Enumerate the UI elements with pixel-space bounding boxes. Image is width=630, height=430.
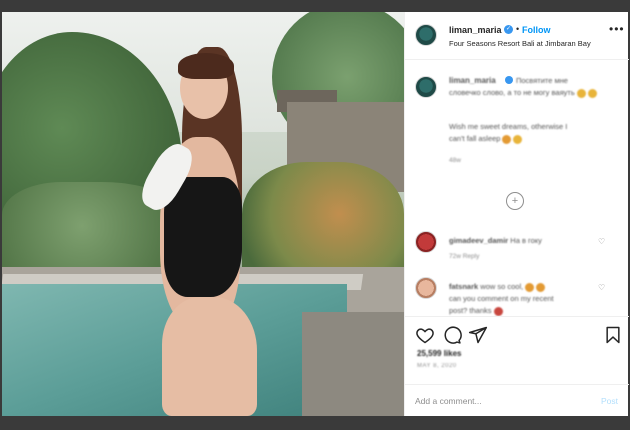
comment-item: gimadeev_damir На в гоку 72w Reply ♡ [405, 231, 629, 271]
person-bangs [178, 53, 234, 79]
emoji-icon [513, 134, 523, 144]
post-photo[interactable] [2, 12, 404, 416]
author-avatar[interactable] [415, 24, 437, 46]
load-more-comments-button[interactable]: + [506, 192, 524, 210]
emoji-icon [576, 88, 586, 98]
commenter-avatar[interactable] [415, 231, 437, 253]
caption-text-line1: Посвятите мне [516, 76, 568, 85]
post-comment-button[interactable]: Post [601, 396, 618, 406]
action-bar: 25,599 likes MAY 8, 2020 [405, 316, 629, 384]
post-location[interactable]: Four Seasons Resort Bali at Jimbaran Bay [449, 39, 591, 48]
top-dark-bar [0, 0, 630, 12]
header-separator: • [516, 24, 520, 34]
comment-text: gimadeev_damir На в гоку [449, 236, 542, 245]
post-date: MAY 8, 2020 [417, 363, 457, 369]
comment-text-line2: can you comment on my recent [449, 294, 554, 303]
more-options-icon[interactable]: ••• [609, 22, 625, 36]
emoji-icon [587, 88, 597, 98]
caption-avatar[interactable] [415, 76, 437, 98]
commenter-avatar[interactable] [415, 277, 437, 299]
likes-count[interactable]: 25,599 likes [417, 349, 461, 358]
add-comment-bar: Post [405, 384, 629, 416]
follow-button[interactable]: Follow [522, 25, 551, 35]
person-legs [162, 297, 257, 416]
bottom-dark-bar [0, 416, 630, 430]
caption-text-line3: Wish me sweet dreams, otherwise I [449, 122, 568, 131]
caption-username[interactable]: liman_maria [449, 76, 496, 85]
save-bookmark-icon[interactable] [603, 325, 623, 345]
comment-text-line3: post? thanks [449, 306, 503, 316]
photo-stone-path [302, 312, 404, 416]
comment-meta: 72w Reply [449, 253, 480, 260]
comment-like-heart-icon[interactable]: ♡ [598, 283, 605, 292]
caption-verified-icon [505, 76, 513, 84]
post-header: liman_maria ✓ • Follow Four Seasons Reso… [405, 12, 629, 60]
verified-badge-icon: ✓ [504, 25, 513, 34]
author-username[interactable]: liman_maria [449, 25, 502, 35]
like-heart-icon[interactable] [415, 325, 435, 345]
comment-item: fatsnark wow so cool, can you comment on… [405, 277, 629, 317]
emoji-icon [525, 282, 535, 292]
add-comment-input[interactable] [415, 391, 585, 411]
emoji-icon [536, 282, 546, 292]
comments-section[interactable]: liman_maria Посвятите мне словечко слово… [405, 60, 629, 316]
comment-text-line1: fatsnark wow so cool, [449, 282, 546, 292]
heart-emoji-icon [493, 306, 503, 316]
photo-person [134, 47, 260, 416]
caption-text-line4: can't fall asleep [449, 134, 523, 144]
caption-meta: 48w [449, 157, 461, 164]
share-paper-plane-icon[interactable] [468, 325, 488, 345]
caption-text-line2: словечко слово, а то не могу ваяуть [449, 88, 597, 98]
comment-like-heart-icon[interactable]: ♡ [598, 237, 605, 246]
post-sidebar: liman_maria ✓ • Follow Four Seasons Reso… [404, 12, 629, 416]
emoji-icon [502, 134, 512, 144]
comment-bubble-icon[interactable] [442, 325, 462, 345]
